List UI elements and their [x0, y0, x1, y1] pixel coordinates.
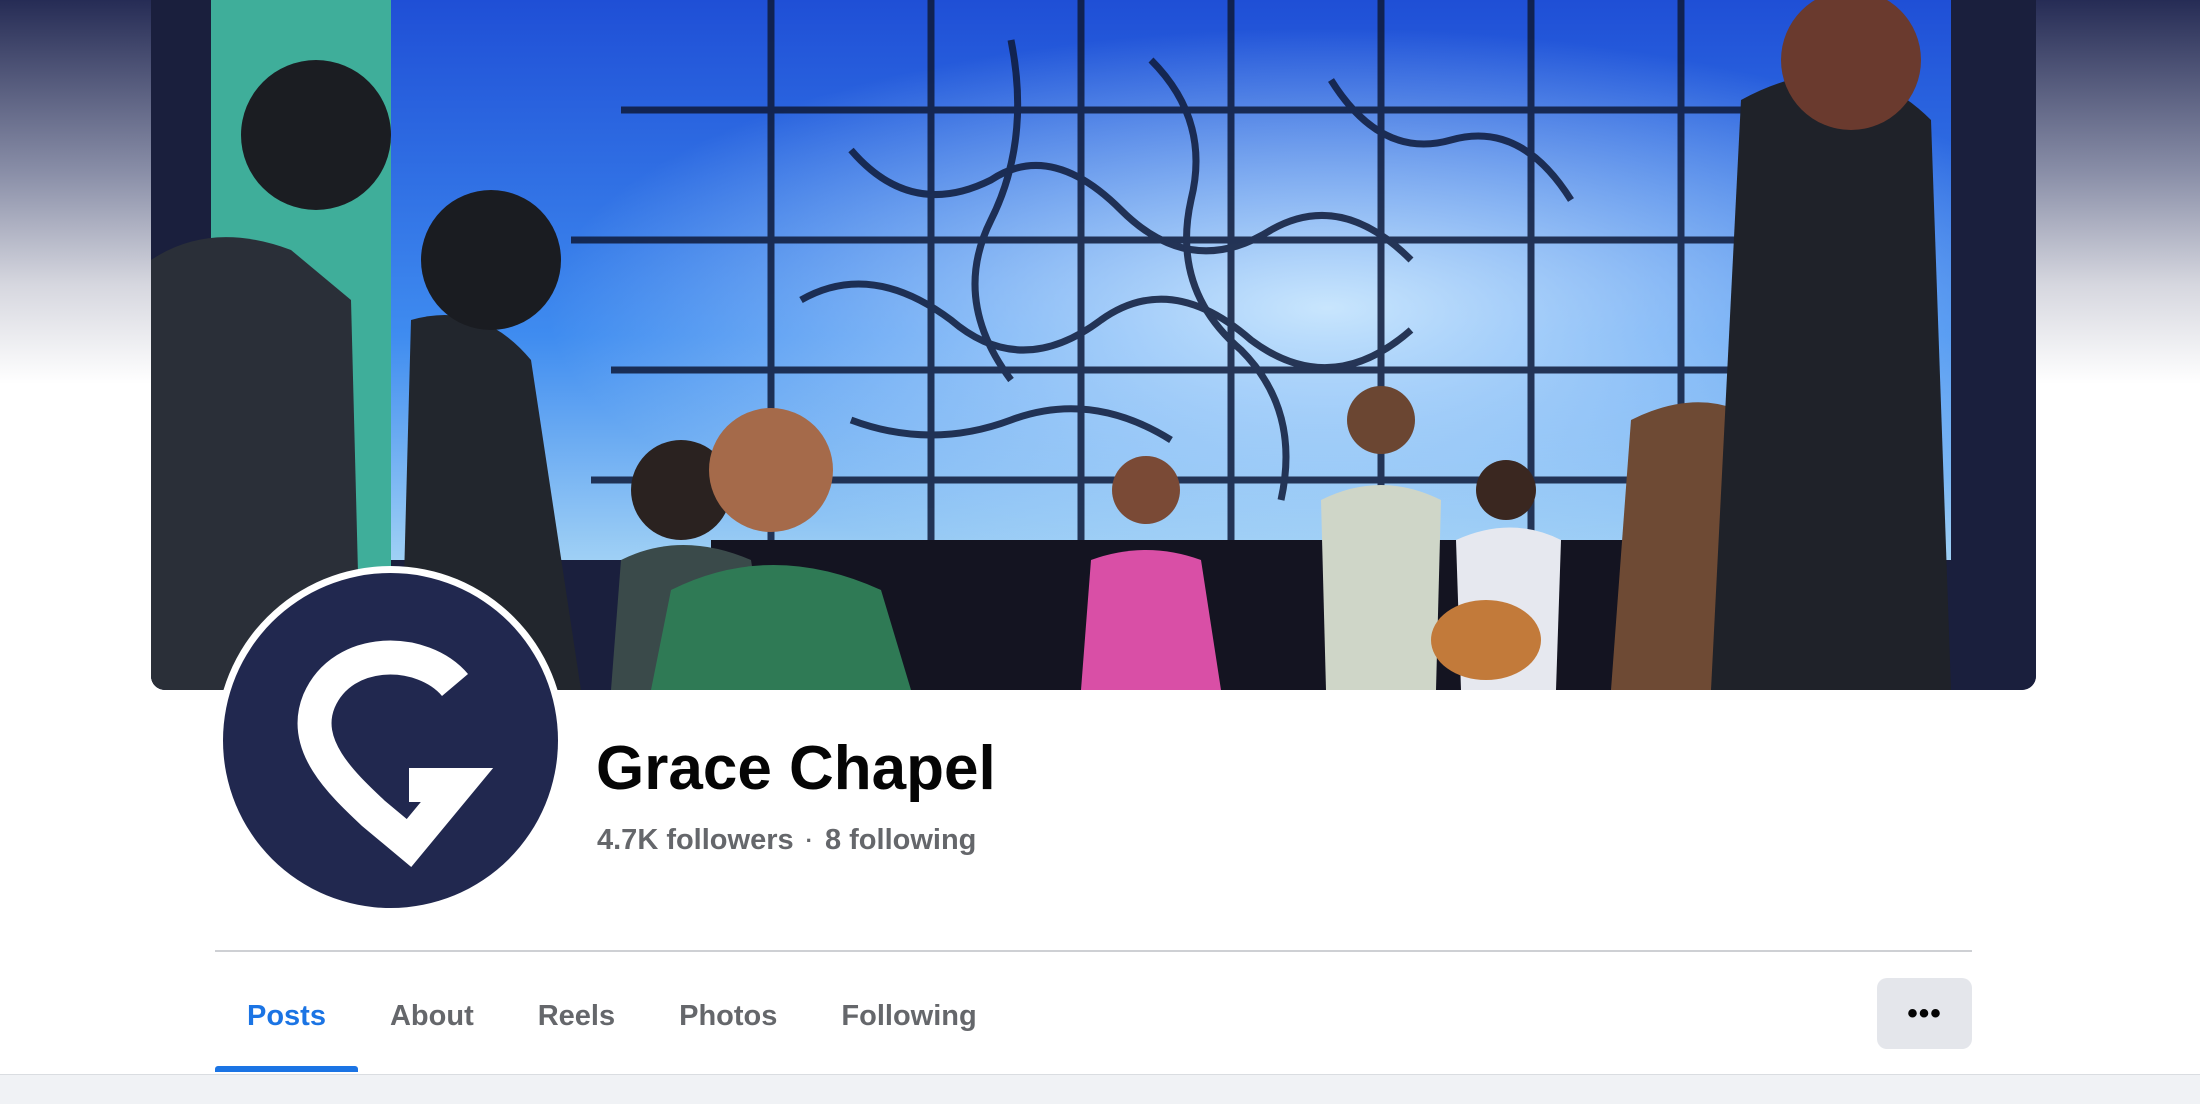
- profile-tabs: Posts About Reels Photos Following: [215, 960, 1009, 1072]
- tab-posts[interactable]: Posts: [215, 960, 358, 1072]
- more-options-button[interactable]: •••: [1877, 978, 1972, 1049]
- tab-following[interactable]: Following: [809, 960, 1008, 1072]
- profile-picture[interactable]: [223, 573, 558, 908]
- page-title: Grace Chapel: [596, 734, 996, 803]
- more-horizontal-icon: •••: [1907, 996, 1942, 1030]
- content-background: [0, 1074, 2200, 1104]
- follow-stats: 4.7K followers · 8 following: [597, 826, 976, 855]
- stats-separator: ·: [805, 827, 813, 853]
- grace-chapel-logo-icon: [297, 640, 494, 867]
- tab-photos[interactable]: Photos: [647, 960, 809, 1072]
- following-count-link[interactable]: 8 following: [825, 826, 976, 855]
- header-divider: [215, 950, 1972, 952]
- tab-about[interactable]: About: [358, 960, 506, 1072]
- tab-reels[interactable]: Reels: [506, 960, 647, 1072]
- followers-count-link[interactable]: 4.7K followers: [597, 826, 794, 855]
